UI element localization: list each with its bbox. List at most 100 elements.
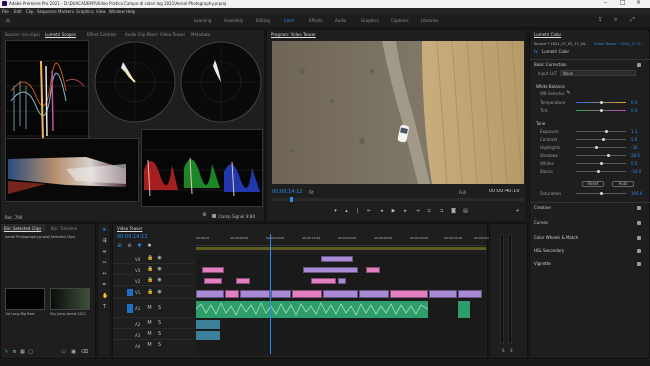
clip-v1[interactable] — [292, 290, 322, 298]
eye-icon[interactable]: ◉ — [157, 256, 162, 261]
menu-help[interactable]: Help — [126, 9, 135, 14]
whites-knob[interactable] — [600, 162, 603, 165]
playhead-icon[interactable] — [290, 197, 293, 202]
contrast-slider[interactable] — [576, 138, 626, 141]
sequence-clip-label[interactable]: Video Teaser * 2021_07_0... — [594, 42, 644, 47]
temperature-value[interactable]: 0.0 — [631, 100, 637, 105]
workspace-color[interactable]: Color — [284, 18, 294, 23]
color-wheels-checkbox[interactable] — [637, 236, 641, 240]
clip-v1[interactable] — [196, 290, 224, 298]
mark-out-icon[interactable]: ▴ — [344, 209, 349, 214]
audio-clip-a1[interactable] — [196, 301, 428, 318]
track-header-a3[interactable]: A3 M S — [113, 330, 195, 340]
clip-v2[interactable] — [204, 278, 222, 284]
lock-icon[interactable]: 🔒 — [147, 290, 153, 295]
delete-icon[interactable]: ⌫ — [81, 350, 88, 355]
lock-icon[interactable]: 🔒 — [147, 256, 153, 261]
clip-v1[interactable] — [390, 290, 428, 298]
clamp-checkbox[interactable] — [212, 214, 216, 218]
exposure-slider[interactable] — [576, 130, 626, 133]
source-clip-label[interactable]: Source * 2021_07_02_17_44... — [534, 42, 588, 47]
saturation-value[interactable]: 100.0 — [631, 191, 642, 196]
workspace-effects[interactable]: Effects — [309, 18, 323, 23]
workspace-learning[interactable]: Learning — [194, 18, 211, 23]
input-lut-dropdown[interactable]: None — [560, 70, 636, 76]
blacks-value[interactable]: -16.0 — [631, 169, 641, 174]
clip-v1[interactable] — [271, 290, 291, 298]
clip-v1[interactable] — [225, 290, 239, 298]
audio-clip-a3[interactable] — [196, 331, 220, 340]
v1-clips[interactable] — [196, 289, 486, 298]
type-tool-icon[interactable]: T — [102, 305, 107, 310]
reset-button[interactable]: Reset — [582, 181, 604, 187]
mute-icon[interactable]: M — [147, 332, 152, 337]
maximize-icon[interactable]: □ — [620, 0, 626, 5]
wrench-icon[interactable]: ⚙ — [202, 213, 207, 218]
saturation-knob[interactable] — [600, 192, 603, 195]
share-icon[interactable]: ⇪ — [598, 17, 603, 22]
track-header-v1[interactable]: V1 🔒 ◉ — [113, 287, 195, 299]
solo-icon[interactable]: S — [157, 343, 162, 348]
hand-tool-icon[interactable]: ✋ — [102, 294, 108, 299]
lumetri-title[interactable]: Lumetri Color — [534, 32, 561, 37]
clip-v3[interactable] — [366, 267, 380, 273]
workspace-graphics[interactable]: Graphics — [361, 18, 379, 23]
add-button-icon[interactable]: + — [515, 209, 520, 214]
workspace-libraries[interactable]: Libraries — [421, 18, 438, 23]
time-ruler[interactable]: 00:00:00 00:00:05:00 00:00:10:00 00:00:1… — [196, 234, 492, 246]
track-header-v4[interactable]: V4 🔒 ◉ — [113, 254, 195, 264]
temperature-knob[interactable] — [600, 101, 603, 104]
menu-edit[interactable]: Edit — [14, 9, 22, 14]
tab-bin-timeline[interactable]: Bin: Timeline — [51, 226, 77, 231]
eye-icon[interactable]: ◉ — [157, 267, 162, 272]
clip-v2[interactable] — [236, 278, 250, 284]
menu-sequence[interactable]: Sequence — [37, 9, 57, 14]
search-icon[interactable]: ⌕ — [614, 17, 617, 22]
eye-icon[interactable]: ◉ — [157, 290, 162, 295]
solo-icon[interactable]: S — [157, 321, 162, 326]
expand-icon[interactable]: ⤢ — [630, 17, 635, 22]
solo-left-button[interactable]: S — [502, 348, 505, 353]
home-icon[interactable]: ⌂ — [6, 18, 10, 23]
go-in-icon[interactable]: | — [355, 209, 360, 214]
solo-icon[interactable]: S — [157, 332, 162, 337]
whites-slider[interactable] — [576, 162, 626, 165]
audio-clip-a2[interactable] — [196, 320, 220, 329]
clip-v3[interactable] — [202, 267, 224, 273]
tab-lumetri-scopes[interactable]: Lumetri Scopes — [45, 32, 76, 37]
solo-icon[interactable]: S — [157, 306, 162, 311]
program-timecode[interactable]: 00:00:14:12 — [272, 189, 303, 195]
clip-v1[interactable] — [323, 290, 358, 298]
fx-badge[interactable]: fx — [534, 49, 538, 54]
exposure-knob[interactable] — [605, 130, 608, 133]
close-icon[interactable]: × — [636, 0, 641, 5]
lift-icon[interactable]: ⊏ — [427, 209, 432, 214]
tab-metadata[interactable]: Metadata — [191, 32, 210, 37]
step-forward-icon[interactable]: ▸ — [403, 209, 408, 214]
blacks-slider[interactable] — [576, 170, 626, 173]
freeform-view-icon[interactable]: ▢ — [28, 350, 33, 355]
lock-icon[interactable]: 🔒 — [147, 267, 153, 272]
tint-slider[interactable] — [576, 109, 626, 112]
pen-tool-icon[interactable]: ✒ — [102, 283, 107, 288]
clip-v3[interactable] — [303, 267, 358, 273]
track-header-a2[interactable]: A2 M S — [113, 319, 195, 329]
linked-selection-icon[interactable]: ⊘ — [127, 244, 132, 249]
auto-button[interactable]: Auto — [612, 181, 634, 187]
tint-value[interactable]: 0.0 — [631, 108, 637, 113]
curves-header[interactable]: Curves — [534, 220, 548, 226]
workspace-audio[interactable]: Audio — [335, 18, 346, 23]
go-to-in-icon[interactable]: ⇤ — [367, 209, 372, 214]
snap-icon[interactable]: ⊞ — [117, 244, 122, 249]
razor-icon[interactable]: ✂ — [102, 261, 107, 266]
menu-window[interactable]: Window — [109, 9, 125, 14]
new-item-icon[interactable]: ▣ — [71, 350, 76, 355]
mute-icon[interactable]: M — [147, 306, 152, 311]
saturation-slider[interactable] — [576, 192, 626, 195]
shadows-knob[interactable] — [607, 154, 610, 157]
camera-icon[interactable]: ◙ — [451, 209, 456, 214]
pen-icon[interactable]: ✎ — [4, 350, 9, 355]
shadows-value[interactable]: 28.0 — [631, 153, 640, 158]
marker-icon[interactable]: ▼ — [137, 244, 142, 249]
play-icon[interactable]: ▶ — [391, 209, 396, 214]
